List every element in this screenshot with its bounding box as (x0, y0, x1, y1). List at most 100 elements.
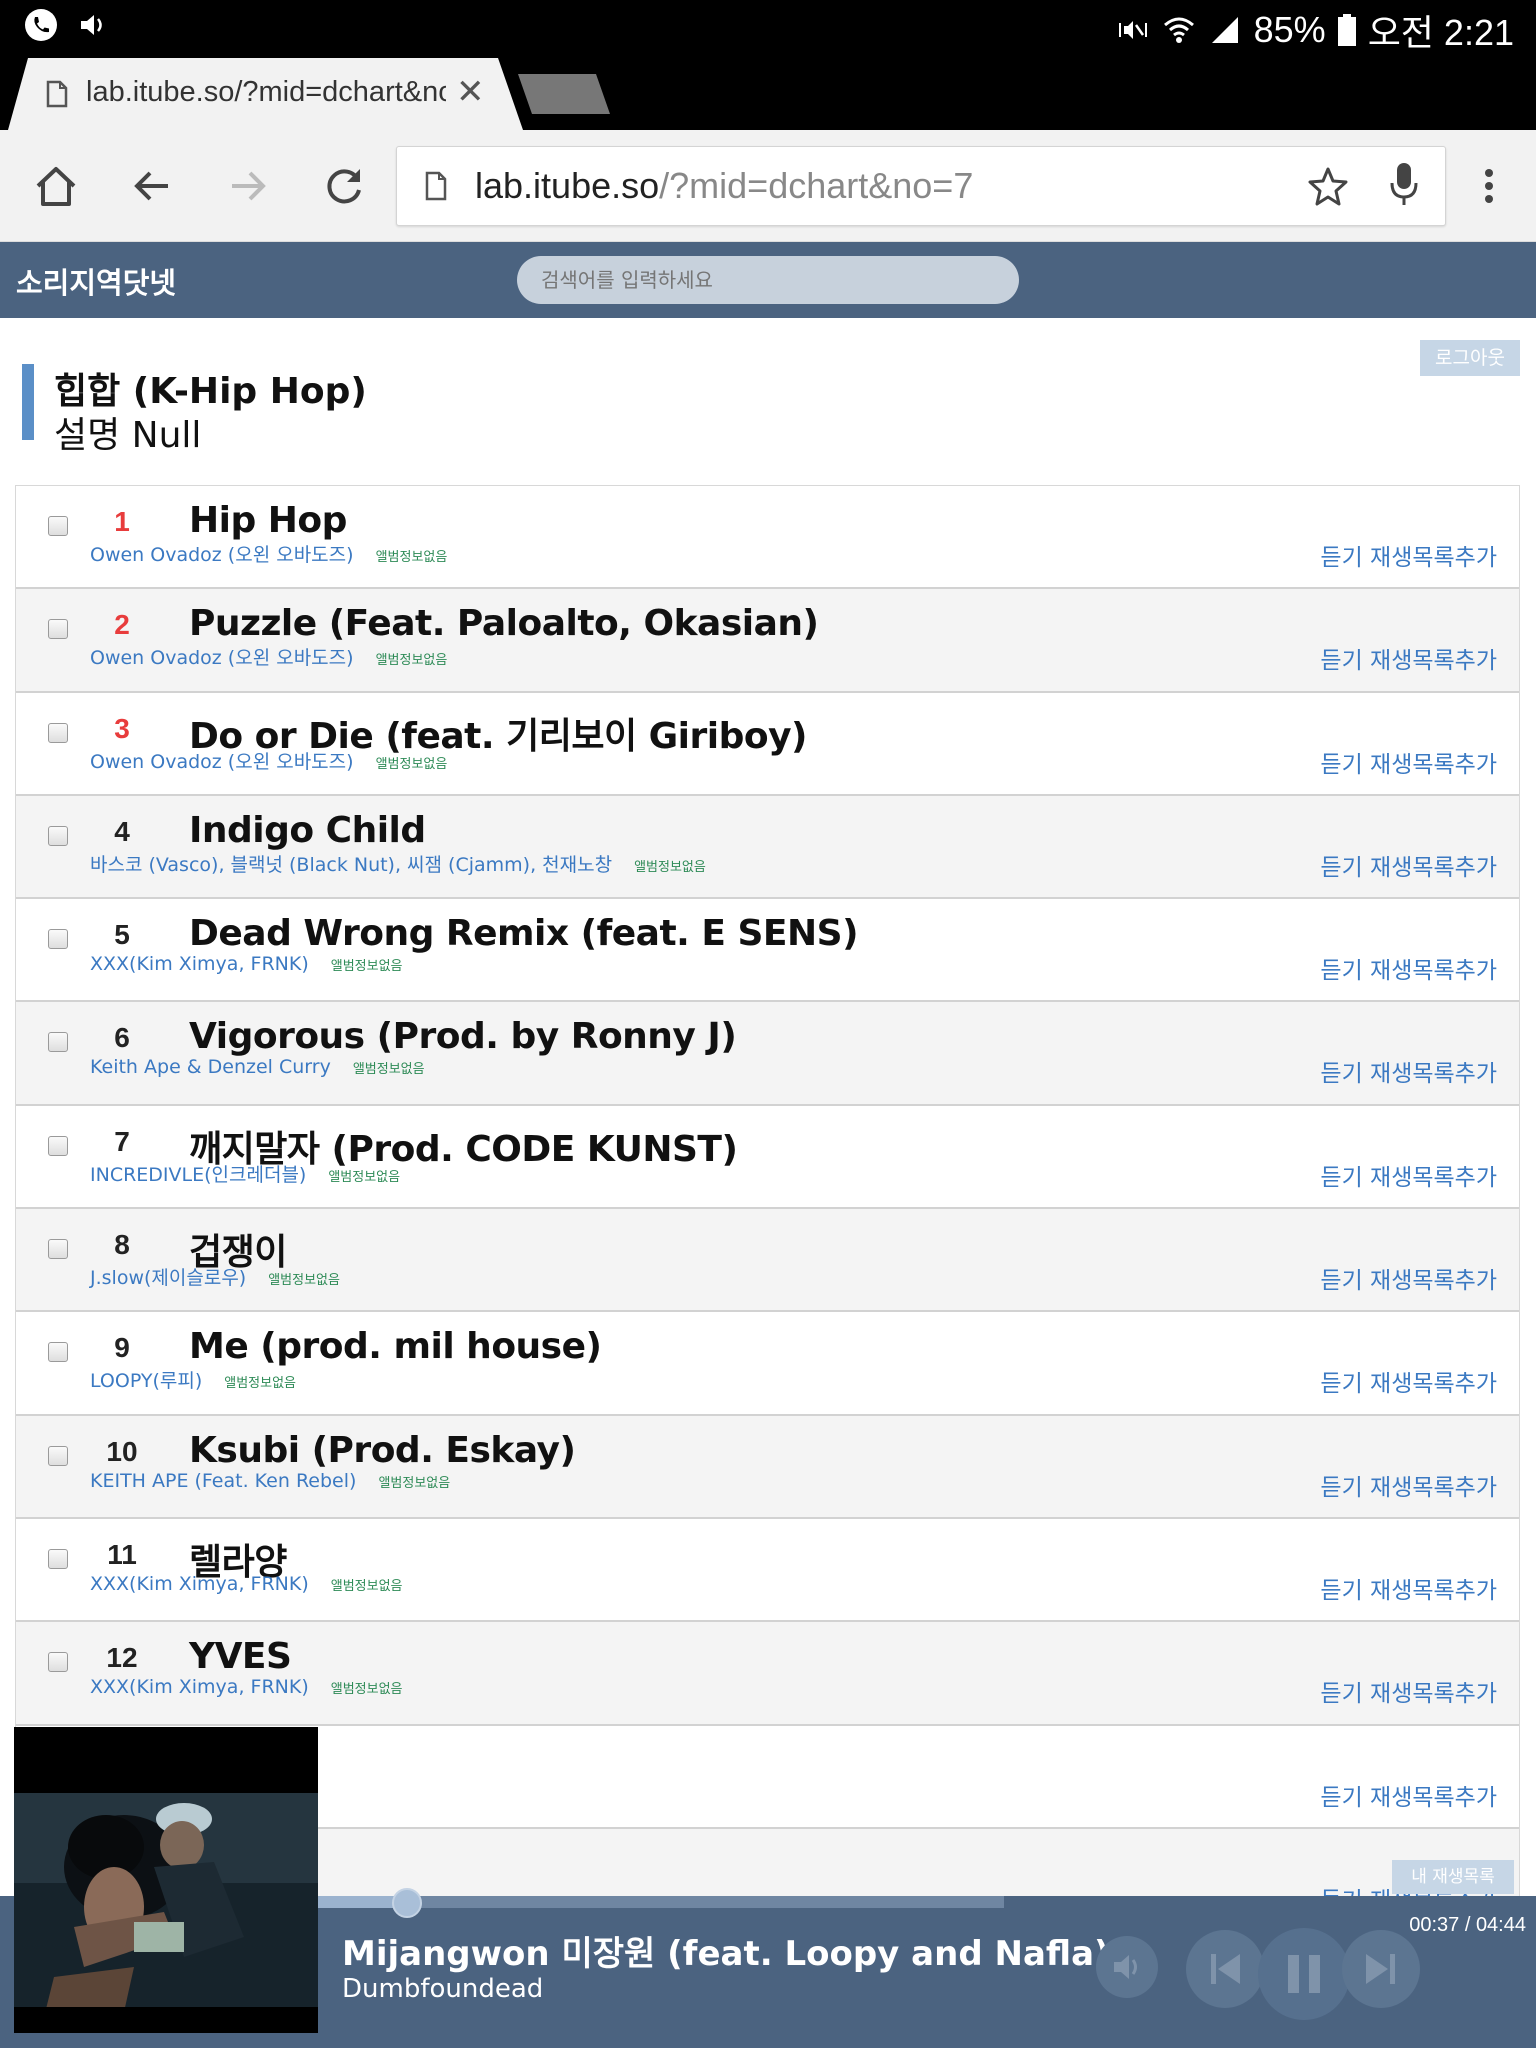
logout-button[interactable]: 로그아웃 (1420, 340, 1520, 376)
row-checkbox[interactable] (48, 1445, 68, 1466)
song-meta: Keith Ape & Denzel Curry 앨범정보없음 (90, 1056, 425, 1078)
song-meta: XXX(Kim Ximya, FRNK) 앨범정보없음 (90, 1573, 403, 1595)
table-row[interactable]: 9 Me (prod. mil house) LOOPY(루피) 앨범정보없음 듣기 재… (16, 1312, 1519, 1416)
rank-number: 5 (114, 919, 130, 951)
wifi-icon (1163, 17, 1194, 43)
artist-name[interactable]: KEITH APE (Feat. Ken Rebel) (90, 1470, 356, 1492)
listen-add-playlist-link[interactable]: 듣기 재생목록추가 (1320, 538, 1497, 572)
album-info: 앨범정보없음 (352, 1062, 425, 1078)
table-row[interactable]: 11 렐라양 XXX(Kim Ximya, FRNK) 앨범정보없음 듣기 재생목록추가 (16, 1519, 1519, 1623)
row-checkbox[interactable] (48, 1239, 68, 1260)
rank-number: 9 (114, 1332, 130, 1364)
album-info: 앨범정보없음 (375, 550, 448, 565)
browser-tab[interactable]: lab.itube.so/?mid=dchart&no=7 ✕ (8, 58, 523, 130)
browser-toolbar: lab.itube.so/?mid=dchart&no=7 (0, 130, 1536, 242)
rank-number: 3 (114, 712, 130, 744)
my-playlist-button[interactable]: 내 재생목록 (1392, 1860, 1514, 1894)
table-row[interactable]: 5 Dead Wrong Remix (feat. E SENS) XXX(Kim … (16, 899, 1519, 1003)
page-info-icon[interactable] (425, 171, 447, 201)
album-info: 앨범정보없음 (634, 859, 706, 875)
row-checkbox[interactable] (48, 722, 68, 743)
rank-number: 2 (114, 609, 130, 641)
table-row[interactable]: 8 겁쟁이 J.slow(제이슬로우) 앨범정보없음 듣기 재생목록추가 (16, 1209, 1519, 1313)
table-row[interactable]: 3 Do or Die (feat. 기리보이 Giriboy) Owen Ovad… (16, 693, 1519, 796)
search-input[interactable] (517, 256, 1019, 304)
signal-icon (1211, 17, 1238, 43)
table-row[interactable]: 1 Hip Hop Owen Ovadoz (오왼 오바도즈) 앨범정보없음 듣기 재생… (16, 486, 1519, 590)
song-title[interactable]: Dead Wrong Remix (feat. E SENS) (189, 913, 859, 954)
phone-icon (25, 9, 57, 41)
song-title[interactable]: Vigorous (Prod. by Ronny J) (189, 1016, 737, 1057)
category-accent-bar (22, 364, 34, 440)
song-title[interactable]: YVES (189, 1636, 292, 1677)
song-title[interactable]: Puzzle (Feat. Paloalto, Okasian) (189, 603, 819, 644)
video-player[interactable] (14, 1727, 318, 2033)
table-row[interactable]: 2 Puzzle (Feat. Paloalto, Okasian) Owen Ov… (16, 589, 1519, 693)
mute-vibrate-icon (1118, 21, 1147, 39)
listen-add-playlist-link[interactable]: 듣기 재생목록추가 (1320, 1571, 1497, 1605)
artist-name[interactable]: Keith Ape & Denzel Curry (90, 1056, 331, 1078)
row-checkbox[interactable] (48, 1032, 68, 1053)
row-checkbox[interactable] (48, 1652, 68, 1673)
listen-add-playlist-link[interactable]: 듣기 재생목록추가 (1320, 848, 1497, 882)
row-checkbox[interactable] (48, 929, 68, 950)
song-meta: 바스코 (Vasco), 블랙넛 (Black Nut), 씨잼 (Cjamm)… (90, 850, 706, 877)
address-bar[interactable]: lab.itube.so/?mid=dchart&no=7 (396, 146, 1446, 226)
volume-icon (81, 15, 102, 35)
listen-add-playlist-link[interactable]: 듣기 재생목록추가 (1320, 1468, 1497, 1502)
close-tab-icon[interactable]: ✕ (456, 72, 485, 112)
table-row[interactable]: 10 Ksubi (Prod. Eskay) KEITH APE (Feat. Ke… (16, 1415, 1519, 1519)
artist-name[interactable]: XXX(Kim Ximya, FRNK) (90, 1676, 309, 1698)
artist-name[interactable]: Owen Ovadoz (오왼 오바도즈) (90, 647, 354, 669)
listen-add-playlist-link[interactable]: 듣기 재생목록추가 (1320, 1674, 1497, 1708)
row-checkbox[interactable] (48, 825, 68, 846)
listen-add-playlist-link[interactable]: 듣기 재생목록추가 (1320, 1261, 1497, 1295)
table-row[interactable]: 6 Vigorous (Prod. by Ronny J) Keith Ape & … (16, 1002, 1519, 1106)
listen-add-playlist-link[interactable]: 듣기 재생목록추가 (1320, 1054, 1497, 1088)
artist-name[interactable]: Owen Ovadoz (오왼 오바도즈) (90, 751, 354, 773)
song-title[interactable]: Me (prod. mil house) (189, 1326, 602, 1367)
artist-name[interactable]: J.slow(제이슬로우) (90, 1267, 246, 1289)
previous-button[interactable] (1186, 1930, 1264, 2008)
volume-button[interactable] (1096, 1936, 1158, 1998)
row-checkbox[interactable] (48, 1548, 68, 1569)
new-tab-button[interactable] (518, 74, 610, 114)
listen-add-playlist-link[interactable]: 듣기 재생목록추가 (1320, 1364, 1497, 1398)
listen-add-playlist-link[interactable]: 듣기 재생목록추가 (1320, 951, 1497, 985)
listen-add-playlist-link[interactable]: 듣기 재생목록추가 (1320, 745, 1497, 779)
song-title[interactable]: Indigo Child (189, 810, 426, 851)
pause-button[interactable] (1258, 1928, 1350, 2020)
artist-name[interactable]: Owen Ovadoz (오왼 오바도즈) (90, 544, 354, 566)
microphone-icon[interactable] (1389, 161, 1419, 209)
artist-name[interactable]: 바스코 (Vasco), 블랙넛 (Black Nut), 씨잼 (Cjamm)… (90, 854, 612, 876)
listen-add-playlist-link[interactable]: 듣기 재생목록추가 (1320, 1158, 1497, 1192)
bookmark-star-icon[interactable] (1307, 165, 1349, 207)
progress-handle[interactable] (392, 1888, 423, 1918)
table-row[interactable]: 12 YVES XXX(Kim Ximya, FRNK) 앨범정보없음 듣기 재생목록추… (16, 1622, 1519, 1726)
song-title[interactable]: Ksubi (Prod. Eskay) (189, 1430, 576, 1471)
listen-add-playlist-link[interactable]: 듣기 재생목록추가 (1320, 641, 1497, 675)
row-checkbox[interactable] (48, 1342, 68, 1363)
album-info: 앨범정보없음 (375, 756, 448, 772)
forward-arrow-icon[interactable] (222, 160, 274, 212)
overflow-menu-icon[interactable] (1466, 160, 1518, 212)
reload-icon[interactable] (318, 160, 370, 212)
table-row[interactable]: 7 깨지말자 (Prod. CODE KUNST) INCREDIVLE(인크레더블… (16, 1106, 1519, 1210)
artist-name[interactable]: LOOPY(루피) (90, 1370, 202, 1392)
row-checkbox[interactable] (48, 1135, 68, 1156)
home-icon[interactable] (30, 160, 82, 212)
table-row[interactable]: 4 Indigo Child 바스코 (Vasco), 블랙넛 (Black Nut… (16, 795, 1519, 900)
site-logo[interactable]: 소리지역닷넷 (16, 260, 176, 302)
url-text: lab.itube.so/?mid=dchart&no=7 (475, 165, 973, 207)
song-meta: Owen Ovadoz (오왼 오바도즈) 앨범정보없음 (90, 540, 447, 567)
song-title[interactable]: Hip Hop (189, 500, 347, 541)
artist-name[interactable]: XXX(Kim Ximya, FRNK) (90, 953, 309, 975)
next-button[interactable] (1342, 1930, 1420, 2008)
row-checkbox[interactable] (48, 516, 68, 536)
rank-number: 10 (106, 1435, 138, 1467)
row-checkbox[interactable] (48, 619, 68, 640)
listen-add-playlist-link[interactable]: 듣기 재생목록추가 (1320, 1778, 1497, 1812)
artist-name[interactable]: XXX(Kim Ximya, FRNK) (90, 1573, 309, 1595)
artist-name[interactable]: INCREDIVLE(인크레더블) (90, 1164, 306, 1186)
back-arrow-icon[interactable] (126, 160, 178, 212)
